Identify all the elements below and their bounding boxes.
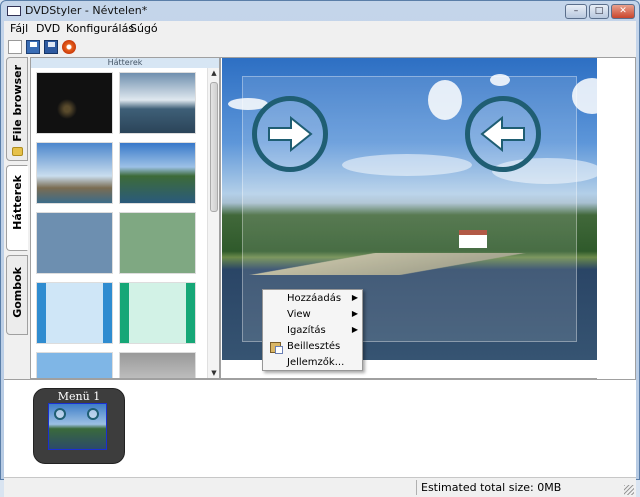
submenu-arrow-icon: ▶: [351, 325, 358, 334]
context-item-properties[interactable]: Jellemzők...: [263, 357, 362, 370]
status-bar: Estimated total size: 0MB: [4, 477, 636, 497]
tab-buttons-label: Gombok: [11, 267, 24, 318]
panel-scrollbar[interactable]: ▲ ▼: [207, 68, 219, 378]
mini-arrow-left-icon: [87, 408, 99, 420]
menus-panel: Menü 1: [4, 379, 636, 477]
menu-help[interactable]: Súgó: [130, 22, 158, 35]
context-item-view[interactable]: View ▶: [263, 309, 362, 322]
open-icon[interactable]: [26, 40, 40, 54]
tab-backgrounds-label: Hátterek: [11, 175, 24, 230]
menu-thumbnail-title: Menü 1: [57, 390, 101, 403]
scroll-down-icon[interactable]: ▼: [208, 368, 220, 378]
thumbnail-blue-blur[interactable]: [36, 212, 113, 274]
thumbnail-blue-stripes[interactable]: [36, 282, 113, 344]
window-title: DVDStyler - Névtelen*: [25, 4, 148, 17]
close-button[interactable]: ✕: [611, 4, 635, 19]
menu-thumbnail-image: [48, 403, 107, 450]
arrow-right-icon: [268, 116, 313, 152]
next-button[interactable]: [252, 96, 328, 172]
backgrounds-panel: Hátterek ▲ ▼: [30, 57, 220, 379]
tab-buttons[interactable]: Gombok: [6, 255, 28, 335]
status-divider: [416, 480, 417, 495]
thumbnail-sea-cliff[interactable]: [119, 72, 196, 134]
menu-configuration[interactable]: Konfigurálás: [66, 22, 134, 35]
canvas-margin: [597, 58, 635, 380]
maximize-button[interactable]: □: [589, 4, 609, 19]
thumbnail-grid: [31, 68, 207, 378]
client-area: Fájl DVD Konfigurálás Súgó File browser …: [4, 21, 636, 497]
app-icon: [7, 6, 21, 16]
total-size-status: Estimated total size: 0MB: [421, 481, 562, 494]
app-window: DVDStyler - Névtelen* – □ ✕ Fájl DVD Kon…: [0, 0, 640, 497]
scroll-thumb[interactable]: [210, 82, 218, 212]
mini-arrow-right-icon: [54, 408, 66, 420]
menu-thumbnail[interactable]: Menü 1: [33, 388, 125, 464]
thumbnail-night-scene[interactable]: [36, 72, 113, 134]
thumbnail-green-blur[interactable]: [119, 212, 196, 274]
thumbnail-river-bank[interactable]: [119, 142, 196, 204]
side-tabs: File browser Hátterek Gombok: [4, 57, 30, 357]
menu-file[interactable]: Fájl: [10, 22, 28, 35]
scroll-up-icon[interactable]: ▲: [208, 68, 220, 78]
new-icon[interactable]: [8, 40, 22, 54]
toolbar: [4, 37, 636, 57]
arrow-left-icon: [480, 116, 525, 152]
submenu-arrow-icon: ▶: [351, 309, 358, 318]
tab-backgrounds[interactable]: Hátterek: [6, 165, 28, 251]
context-item-add[interactable]: Hozzáadás ▶: [263, 293, 362, 306]
panel-header: Hátterek: [31, 58, 219, 68]
submenu-arrow-icon: ▶: [351, 293, 358, 302]
tab-file-browser[interactable]: File browser: [6, 57, 28, 161]
menu-dvd[interactable]: DVD: [36, 22, 60, 35]
tab-file-browser-label: File browser: [11, 65, 24, 142]
context-item-align[interactable]: Igazítás ▶: [263, 325, 362, 338]
resize-grip-icon[interactable]: [624, 485, 634, 495]
burn-icon[interactable]: [62, 40, 76, 54]
context-item-paste[interactable]: Beillesztés: [263, 341, 362, 354]
thumbnail-partial[interactable]: [36, 352, 113, 378]
paste-icon: [270, 342, 283, 354]
thumbnail-harbor[interactable]: [36, 142, 113, 204]
thumbnail-green-stripes[interactable]: [119, 282, 196, 344]
folder-icon: [12, 147, 23, 156]
context-menu: Hozzáadás ▶ View ▶ Igazítás ▶ Beilleszté…: [262, 289, 363, 371]
thumbnail-partial[interactable]: [119, 352, 196, 378]
save-icon[interactable]: [44, 40, 58, 54]
menu-bar: Fájl DVD Konfigurálás Súgó: [4, 21, 636, 37]
previous-button[interactable]: [465, 96, 541, 172]
title-bar[interactable]: DVDStyler - Névtelen* – □ ✕: [1, 1, 639, 21]
minimize-button[interactable]: –: [565, 4, 587, 19]
